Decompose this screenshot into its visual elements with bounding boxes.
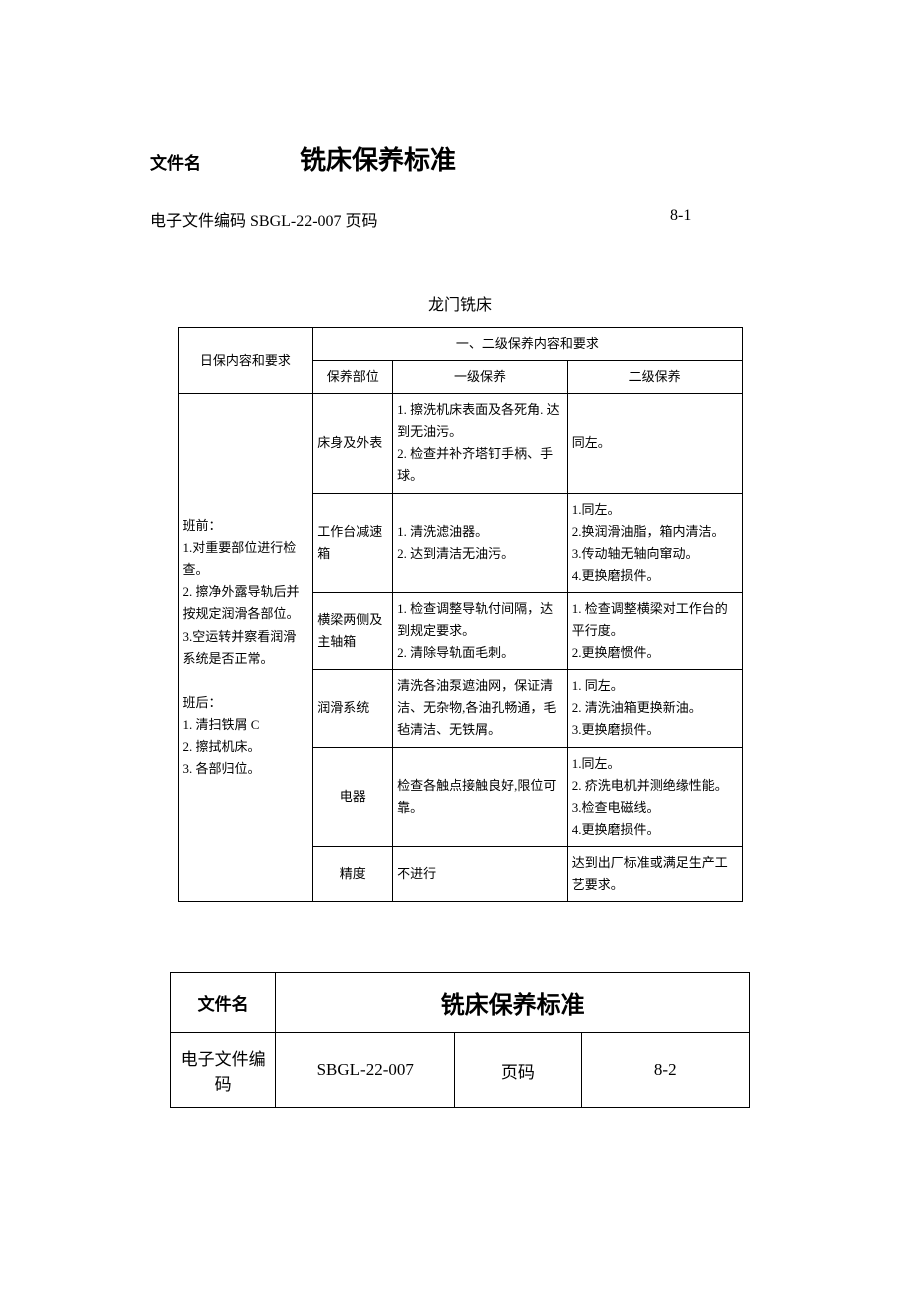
table-header-row-1: 日保内容和要求 一、二级保养内容和要求 (178, 328, 742, 361)
part-cell: 电器 (313, 747, 393, 846)
file-name-label: 文件名 (150, 149, 300, 174)
part-cell: 精度 (313, 846, 393, 901)
l1-cell: 清洗各油泵遮油网，保证清洁、无杂物,各油孔畅通，毛毡清洁、无铁屑。 (393, 670, 568, 747)
footer-page-value: 8-2 (581, 1033, 749, 1108)
meta-row: 电子文件编码 SBGL-22-007 页码 8-1 (150, 207, 770, 231)
l2-cell: 同左。 (567, 394, 742, 493)
l2-cell: 1.同左。 2. 疥洗电机并测绝缘性能。 3.检查电磁线。 4.更换磨损件。 (567, 747, 742, 846)
l1-cell: 1. 检查调整导轨付间隔，达到规定要求。 2. 清除导轨面毛刺。 (393, 592, 568, 669)
document-title: 铣床保养标准 (300, 140, 456, 177)
l2-cell: 达到出厂标准或满足生产工艺要求。 (567, 846, 742, 901)
footer-code-value: SBGL-22-007 (276, 1033, 455, 1108)
daily-header: 日保内容和要求 (178, 328, 313, 394)
l1-cell: 1. 清洗滤油器。 2. 达到清洁无油污。 (393, 493, 568, 592)
footer-table: 文件名 铣床保养标准 电子文件编码 SBGL-22-007 页码 8-2 (170, 972, 750, 1108)
footer-file-label: 文件名 (171, 973, 276, 1033)
l1-cell: 1. 擦洗机床表面及各死角. 达到无油污。 2. 检查并补齐塔钉手柄、手球。 (393, 394, 568, 493)
group-header: 一、二级保养内容和要求 (313, 328, 742, 361)
part-cell: 横梁两侧及主轴箱 (313, 592, 393, 669)
level2-header: 二级保养 (567, 361, 742, 394)
part-cell: 床身及外表 (313, 394, 393, 493)
l1-cell: 检查各触点接触良好,限位可靠。 (393, 747, 568, 846)
part-cell: 工作台减速箱 (313, 493, 393, 592)
equipment-name: 龙门铣床 (150, 291, 770, 315)
l1-cell: 不进行 (393, 846, 568, 901)
maintenance-table: 日保内容和要求 一、二级保养内容和要求 保养部位 一级保养 二级保养 班前： 1… (178, 327, 743, 902)
table-row: 班前： 1.对重要部位进行检查。 2. 擦净外露导轨后并按规定润滑各部位。 3.… (178, 394, 742, 493)
footer-code-label: 电子文件编码 (171, 1033, 276, 1108)
file-code-page-label: 电子文件编码 SBGL-22-007 页码 (150, 207, 670, 231)
l2-cell: 1.同左。 2.换润滑油脂，箱内清洁。 3.传动轴无轴向窜动。 4.更换磨损件。 (567, 493, 742, 592)
daily-content: 班前： 1.对重要部位进行检查。 2. 擦净外露导轨后并按规定润滑各部位。 3.… (178, 394, 313, 902)
l2-cell: 1. 同左。 2. 清洗油箱更换新油。 3.更换磨损件。 (567, 670, 742, 747)
footer-title: 铣床保养标准 (276, 973, 750, 1033)
level1-header: 一级保养 (393, 361, 568, 394)
header-row: 文件名 铣床保养标准 (150, 140, 770, 177)
part-header: 保养部位 (313, 361, 393, 394)
page-number: 8-1 (670, 207, 770, 231)
footer-row-1: 文件名 铣床保养标准 (171, 973, 750, 1033)
footer-row-2: 电子文件编码 SBGL-22-007 页码 8-2 (171, 1033, 750, 1108)
l2-cell: 1. 检查调整横梁对工作台的平行度。 2.更换磨惯件。 (567, 592, 742, 669)
footer-page-label: 页码 (455, 1033, 581, 1108)
part-cell: 润滑系统 (313, 670, 393, 747)
